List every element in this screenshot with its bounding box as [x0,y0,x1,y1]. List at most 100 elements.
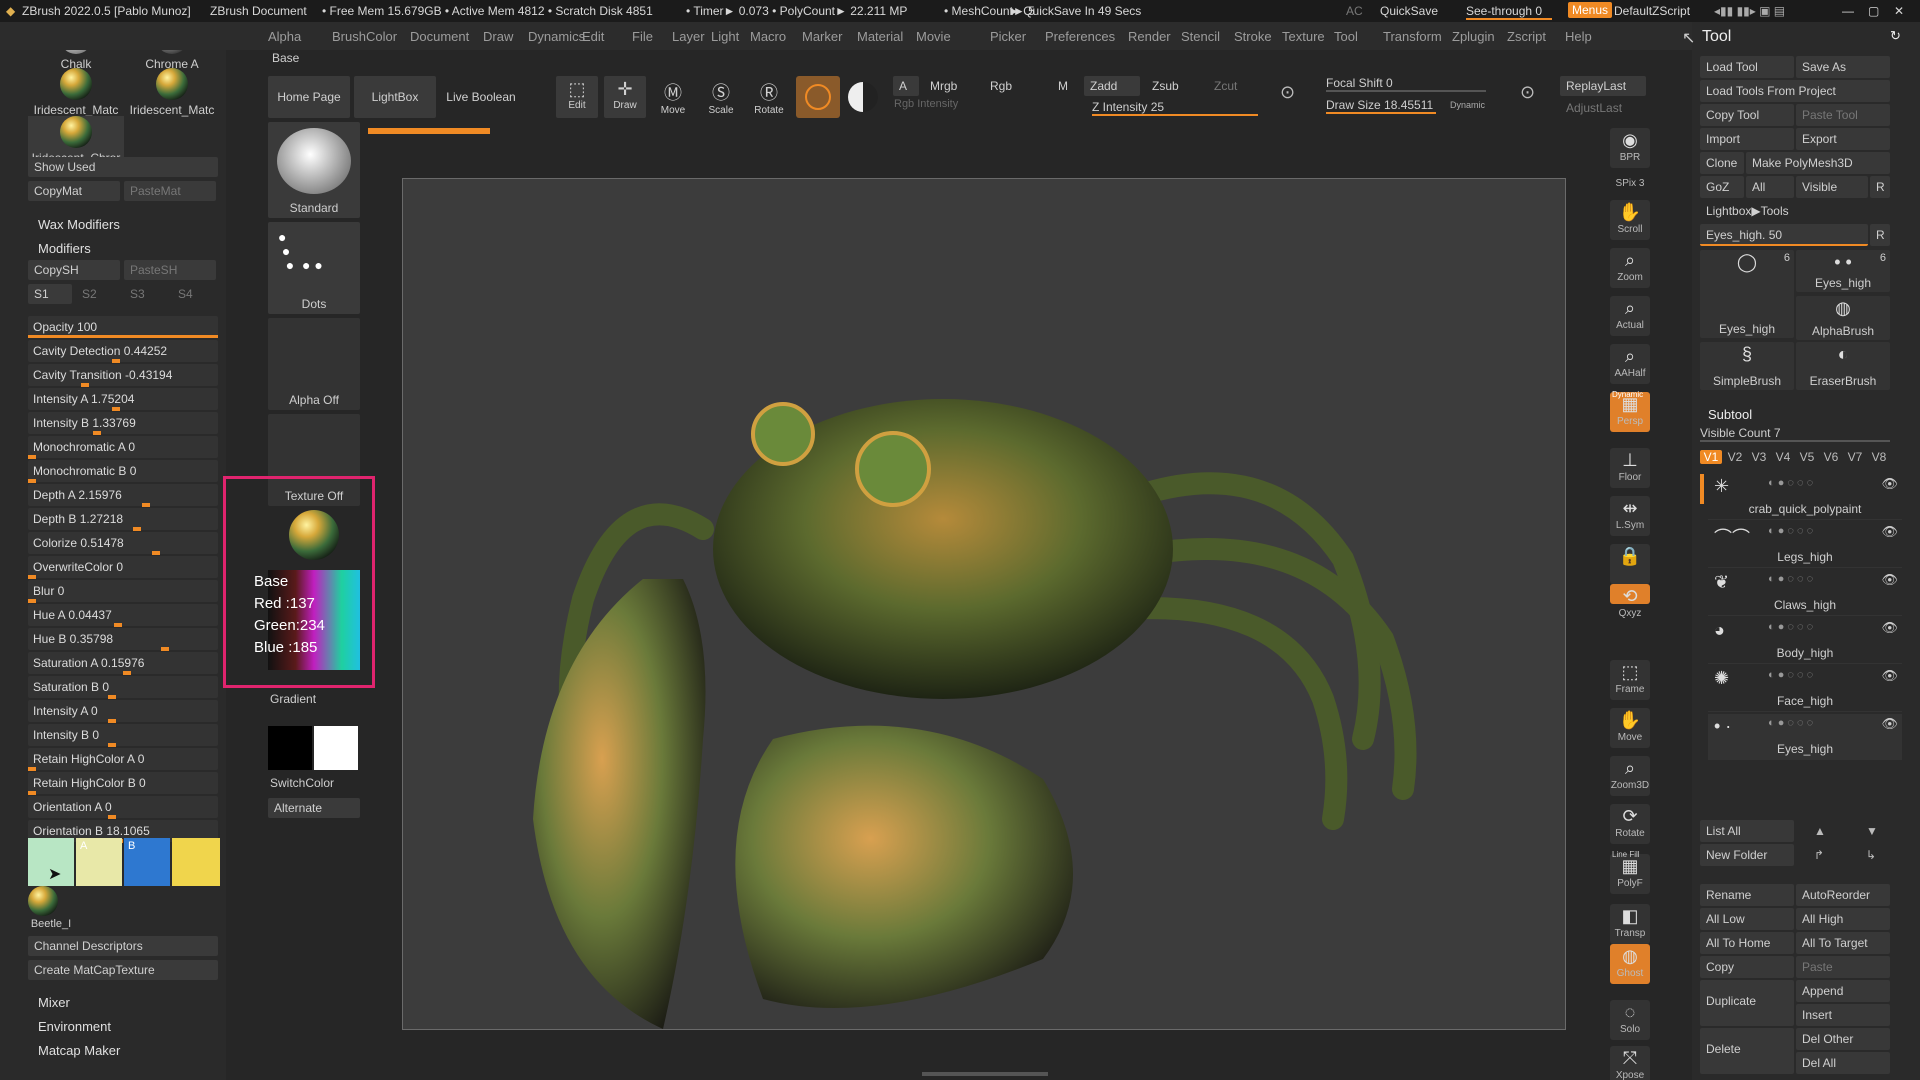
menu-dynamics[interactable]: Dynamics [528,29,585,44]
menu-color[interactable]: Color [366,29,397,44]
standard-brush-tile[interactable]: Standard [268,122,360,218]
create-matcap-button[interactable]: Create MatCapTexture [28,960,218,980]
subtool-toggles-icon[interactable]: ◐ ● ◌ ◌ ◌ [1768,573,1813,585]
current-tool-slider[interactable]: Eyes_high. 50 [1700,224,1868,246]
slider-knob[interactable] [142,503,150,507]
modifier-slider[interactable]: Monochromatic B 0 [28,460,218,483]
menu-light[interactable]: Light [711,29,739,44]
delete-button[interactable]: Delete [1700,1028,1794,1074]
delall-button[interactable]: Del All [1796,1052,1890,1074]
live-boolean-button[interactable]: Live Boolean [440,76,522,118]
canvas-scroll-handle[interactable] [922,1072,1048,1076]
subtool-toggles-icon[interactable]: ◐ ● ◌ ◌ ◌ [1768,621,1813,633]
adjust-last-button[interactable]: AdjustLast [1560,98,1646,118]
rgb-intensity-slider[interactable]: Rgb Intensity [894,98,1074,110]
modifier-slider[interactable]: Monochromatic A 0 [28,436,218,459]
edit-button[interactable]: ⬚ Edit [556,76,598,118]
menu-transform[interactable]: Transform [1383,29,1442,44]
alternate-button[interactable]: Alternate [268,798,360,818]
tool-thumb[interactable]: ◐ EraserBrush [1796,342,1890,390]
menu-movie[interactable]: Movie [916,29,951,44]
maximize-icon[interactable]: ▢ [1868,4,1879,18]
rotate-button[interactable]: Ⓡ Rotate [748,76,790,118]
a-button[interactable]: A [893,76,919,96]
modifier-slider[interactable]: Cavity Transition -0.43194 [28,364,218,387]
lock-button[interactable]: 🔒 [1610,544,1650,584]
replay-last-button[interactable]: ReplayLast [1560,76,1646,96]
modifier-slider[interactable]: Cavity Detection 0.44252 [28,340,218,363]
tool-thumb[interactable]: § SimpleBrush [1700,342,1794,390]
floor-button[interactable]: ⊥ Floor [1610,448,1650,488]
version-tab[interactable]: V3 [1748,450,1770,464]
menus-button[interactable]: Menus [1568,2,1613,18]
version-tab[interactable]: V7 [1844,450,1866,464]
matcap-maker-header[interactable]: Matcap Maker [38,1043,120,1058]
solo-button[interactable]: ◌ Solo [1610,1000,1650,1040]
dynamic-toggle[interactable]: Dynamic [1450,100,1485,110]
subtool-item[interactable]: ◕ ◐ ● ◌ ◌ ◌ 👁 Body_high [1708,618,1902,664]
aahalf-button[interactable]: ⌕ AAHalf [1610,344,1650,384]
swatch-4[interactable] [172,838,220,886]
m-button[interactable]: M [1052,76,1074,96]
switchcolor-button[interactable]: SwitchColor [270,776,334,790]
modifier-slider[interactable]: Intensity A 1.75204 [28,388,218,411]
pin-icon[interactable]: ↖ [1682,28,1695,48]
copysh-button[interactable]: CopySH [28,260,120,280]
modifier-slider[interactable]: Retain HighColor B 0 [28,772,218,795]
mixer-header[interactable]: Mixer [38,995,70,1010]
focal-shift-slider[interactable]: Focal Shift 0 [1326,76,1486,92]
visibility-eye-icon[interactable]: 👁 [1881,476,1898,492]
material-iridescent-1[interactable]: Iridescent_Matc [28,68,124,117]
alllow-button[interactable]: All Low [1700,908,1794,930]
ghost-button[interactable]: ◍ Ghost [1610,944,1650,984]
visible-count-slider[interactable]: Visible Count 7 [1700,426,1890,442]
menu-render[interactable]: Render [1128,29,1171,44]
slider-knob[interactable] [28,455,36,459]
subtool-toggles-icon[interactable]: ◐ ● ◌ ◌ ◌ [1768,717,1813,729]
zcut-button[interactable]: Zcut [1208,76,1243,96]
paste-button[interactable]: Paste [1796,956,1890,978]
lightbox-button[interactable]: LightBox [354,76,436,118]
menu-preferences[interactable]: Preferences [1045,29,1115,44]
modifier-slider[interactable]: Hue A 0.04437 [28,604,218,627]
version-tab[interactable]: V2 [1724,450,1746,464]
modifier-slider[interactable]: Orientation A 0 [28,796,218,819]
main-color-swatch[interactable] [314,726,358,770]
newfolder-button[interactable]: New Folder [1700,844,1794,866]
s1-button[interactable]: S1 [28,284,72,304]
material-beetle[interactable]: Beetle_I [28,886,74,930]
tool-thumb[interactable]: ◍ AlphaBrush [1796,296,1890,340]
alltohome-button[interactable]: All To Home [1700,932,1794,954]
layout-icons[interactable]: ◂▮▮ ▮▮▸ ▣ ▤ [1714,4,1785,18]
ac-label[interactable]: AC [1346,4,1363,18]
s2-button[interactable]: S2 [76,284,120,304]
slider-knob[interactable] [132,527,141,531]
pastesh-button[interactable]: PasteSH [124,260,216,280]
lsym-button[interactable]: ⇹ L.Sym [1610,496,1650,536]
swatch-b[interactable]: B [124,838,170,886]
slider-knob[interactable] [123,671,131,675]
lightbox-tools-button[interactable]: Lightbox▶Tools [1700,200,1890,222]
current-tool-r-button[interactable]: R [1870,224,1890,246]
modifier-slider[interactable]: Saturation A 0.15976 [28,652,218,675]
slider-knob[interactable] [28,599,36,603]
modifier-slider[interactable]: Hue B 0.35798 [28,628,218,651]
channel-descriptors-button[interactable]: Channel Descriptors [28,936,218,956]
modifier-slider[interactable]: Opacity 100 [28,316,218,338]
menu-material[interactable]: Material [857,29,903,44]
menu-macro[interactable]: Macro [750,29,786,44]
version-tab[interactable]: V8 [1868,450,1890,464]
default-zscript[interactable]: DefaultZScript [1614,4,1690,18]
listall-button[interactable]: List All [1700,820,1794,842]
modifier-slider[interactable]: Intensity B 1.33769 [28,412,218,435]
zsub-button[interactable]: Zsub [1146,76,1185,96]
scale-button[interactable]: Ⓢ Scale [700,76,742,118]
menu-zplugin[interactable]: Zplugin [1452,29,1495,44]
modifier-slider[interactable]: Depth B 1.27218 [28,508,218,531]
visibility-eye-icon[interactable]: 👁 [1881,668,1898,684]
copy-button[interactable]: Copy [1700,956,1794,978]
menu-zscript[interactable]: Zscript [1507,29,1546,44]
autoreorder-button[interactable]: AutoReorder [1796,884,1890,906]
slider-knob[interactable] [111,359,120,363]
subtool-item[interactable]: ❦ ◐ ● ◌ ◌ ◌ 👁 Claws_high [1708,570,1902,616]
